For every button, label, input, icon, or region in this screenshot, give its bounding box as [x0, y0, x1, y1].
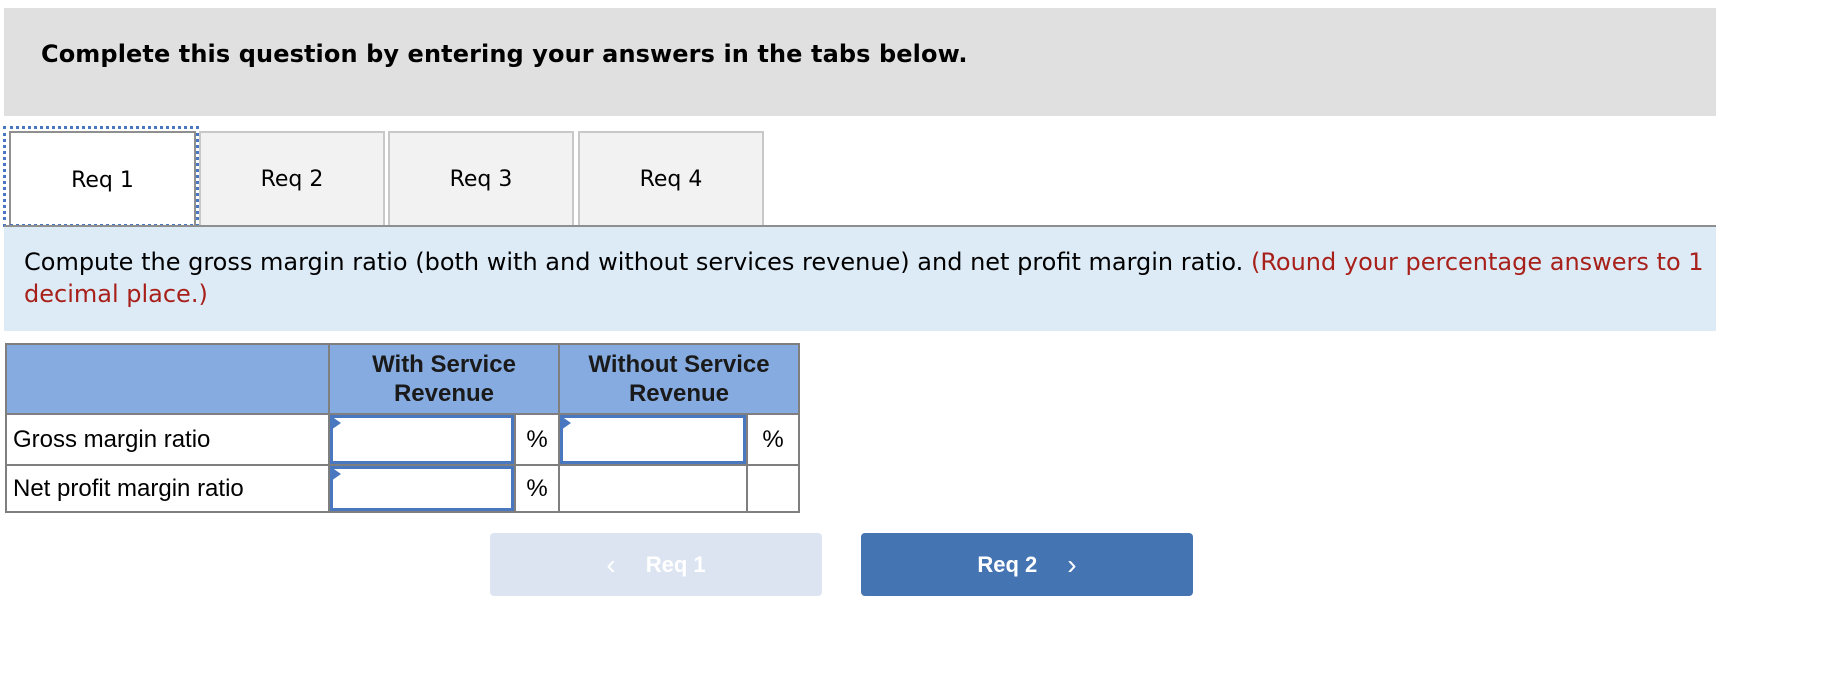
net-with-cell	[328, 464, 516, 513]
prev-req-button[interactable]: ‹ Req 1	[490, 533, 822, 596]
empty-cell	[558, 464, 748, 513]
tab-label: Req 3	[449, 166, 513, 192]
header-without-service: Without Service Revenue	[558, 343, 800, 415]
input-flag-icon	[561, 416, 571, 430]
header-without-line2: Revenue	[628, 380, 730, 407]
instruction-main: Compute the gross margin ratio (both wit…	[24, 248, 1244, 276]
chevron-right-icon: ›	[1067, 548, 1077, 580]
header-with-line1: With Service	[372, 351, 516, 378]
tab-label: Req 1	[71, 167, 134, 193]
tab-label: Req 2	[260, 166, 324, 192]
prev-req-label: Req 1	[645, 551, 706, 577]
input-flag-icon	[331, 467, 341, 481]
net-profit-margin-with-service-input[interactable]	[330, 466, 514, 511]
gross-margin-without-service-input[interactable]	[560, 415, 746, 464]
table-header-row: With Service Revenue Without Service Rev…	[5, 343, 800, 415]
tab-req-1[interactable]: Req 1	[9, 131, 196, 227]
tab-req-2[interactable]: Req 2	[199, 131, 385, 225]
table-row: Gross margin ratio % %	[5, 413, 800, 466]
chevron-left-icon: ‹	[606, 548, 616, 580]
requirement-tabs: Req 1 Req 2 Req 3 Req 4	[0, 126, 1716, 227]
tab-label: Req 4	[639, 166, 703, 192]
percent-unit: %	[746, 413, 800, 466]
header-without-line1: Without Service	[588, 351, 770, 378]
header-with-service: With Service Revenue	[328, 343, 560, 415]
tab-req-3[interactable]: Req 3	[388, 131, 574, 225]
input-flag-icon	[331, 416, 341, 430]
table-row: Net profit margin ratio %	[5, 464, 800, 513]
gross-margin-with-service-input[interactable]	[330, 415, 514, 464]
instruction-panel: Compute the gross margin ratio (both wit…	[4, 227, 1716, 331]
tab-req-4[interactable]: Req 4	[578, 131, 764, 225]
percent-unit: %	[514, 413, 560, 466]
row-label-gross-margin: Gross margin ratio	[5, 413, 330, 466]
question-header: Complete this question by entering your …	[4, 8, 1716, 116]
instruction-text: Compute the gross margin ratio (both wit…	[24, 246, 1704, 310]
empty-cell	[746, 464, 800, 513]
header-with-line2: Revenue	[393, 380, 495, 407]
next-req-label: Req 2	[977, 551, 1038, 577]
ratio-table: With Service Revenue Without Service Rev…	[5, 343, 800, 513]
percent-unit: %	[514, 464, 560, 513]
gross-without-cell	[558, 413, 748, 466]
next-req-button[interactable]: Req 2 ›	[861, 533, 1193, 596]
row-label-net-profit-margin: Net profit margin ratio	[5, 464, 330, 513]
gross-with-cell	[328, 413, 516, 466]
header-blank	[5, 343, 330, 415]
header-title: Complete this question by entering your …	[41, 40, 968, 68]
